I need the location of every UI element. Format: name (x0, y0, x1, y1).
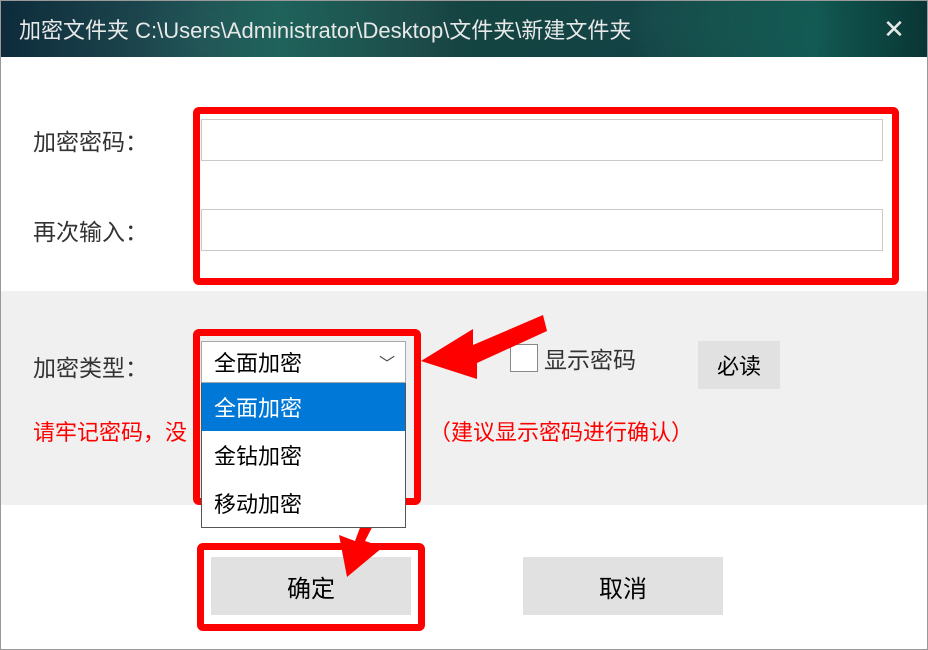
encryption-type-dropdown[interactable]: 全面加密 ﹀ (201, 341, 406, 383)
confirm-password-input[interactable] (201, 209, 883, 251)
dropdown-option[interactable]: 移动加密 (202, 479, 405, 527)
password-label: 加密密码： (1, 123, 201, 157)
action-section: 确定 取消 (1, 505, 927, 615)
dropdown-list: 全面加密 金钻加密 移动加密 (201, 383, 406, 528)
dropdown-selected-text: 全面加密 (214, 346, 302, 378)
type-section: 加密类型： 全面加密 ﹀ 全面加密 金钻加密 移动加密 显示密码 必读 请牢记密… (1, 291, 927, 505)
dropdown-option[interactable]: 全面加密 (202, 383, 405, 431)
title-bar: 加密文件夹 C:\Users\Administrator\Desktop\文件夹… (1, 1, 927, 57)
ok-button[interactable]: 确定 (211, 557, 411, 615)
password-input[interactable] (201, 119, 883, 161)
type-label: 加密类型： (1, 341, 201, 383)
close-icon: ✕ (883, 14, 905, 45)
must-read-button[interactable]: 必读 (698, 341, 780, 389)
dropdown-option[interactable]: 金钻加密 (202, 431, 405, 479)
chevron-down-icon: ﹀ (379, 350, 395, 374)
cancel-button[interactable]: 取消 (523, 557, 723, 615)
password-section: 加密密码： 再次输入： (1, 57, 927, 291)
show-password-label: 显示密码 (544, 341, 636, 375)
confirm-label: 再次输入： (1, 213, 201, 247)
window-title: 加密文件夹 C:\Users\Administrator\Desktop\文件夹… (19, 13, 631, 45)
close-button[interactable]: ✕ (879, 14, 909, 44)
show-password-checkbox[interactable] (510, 344, 538, 372)
